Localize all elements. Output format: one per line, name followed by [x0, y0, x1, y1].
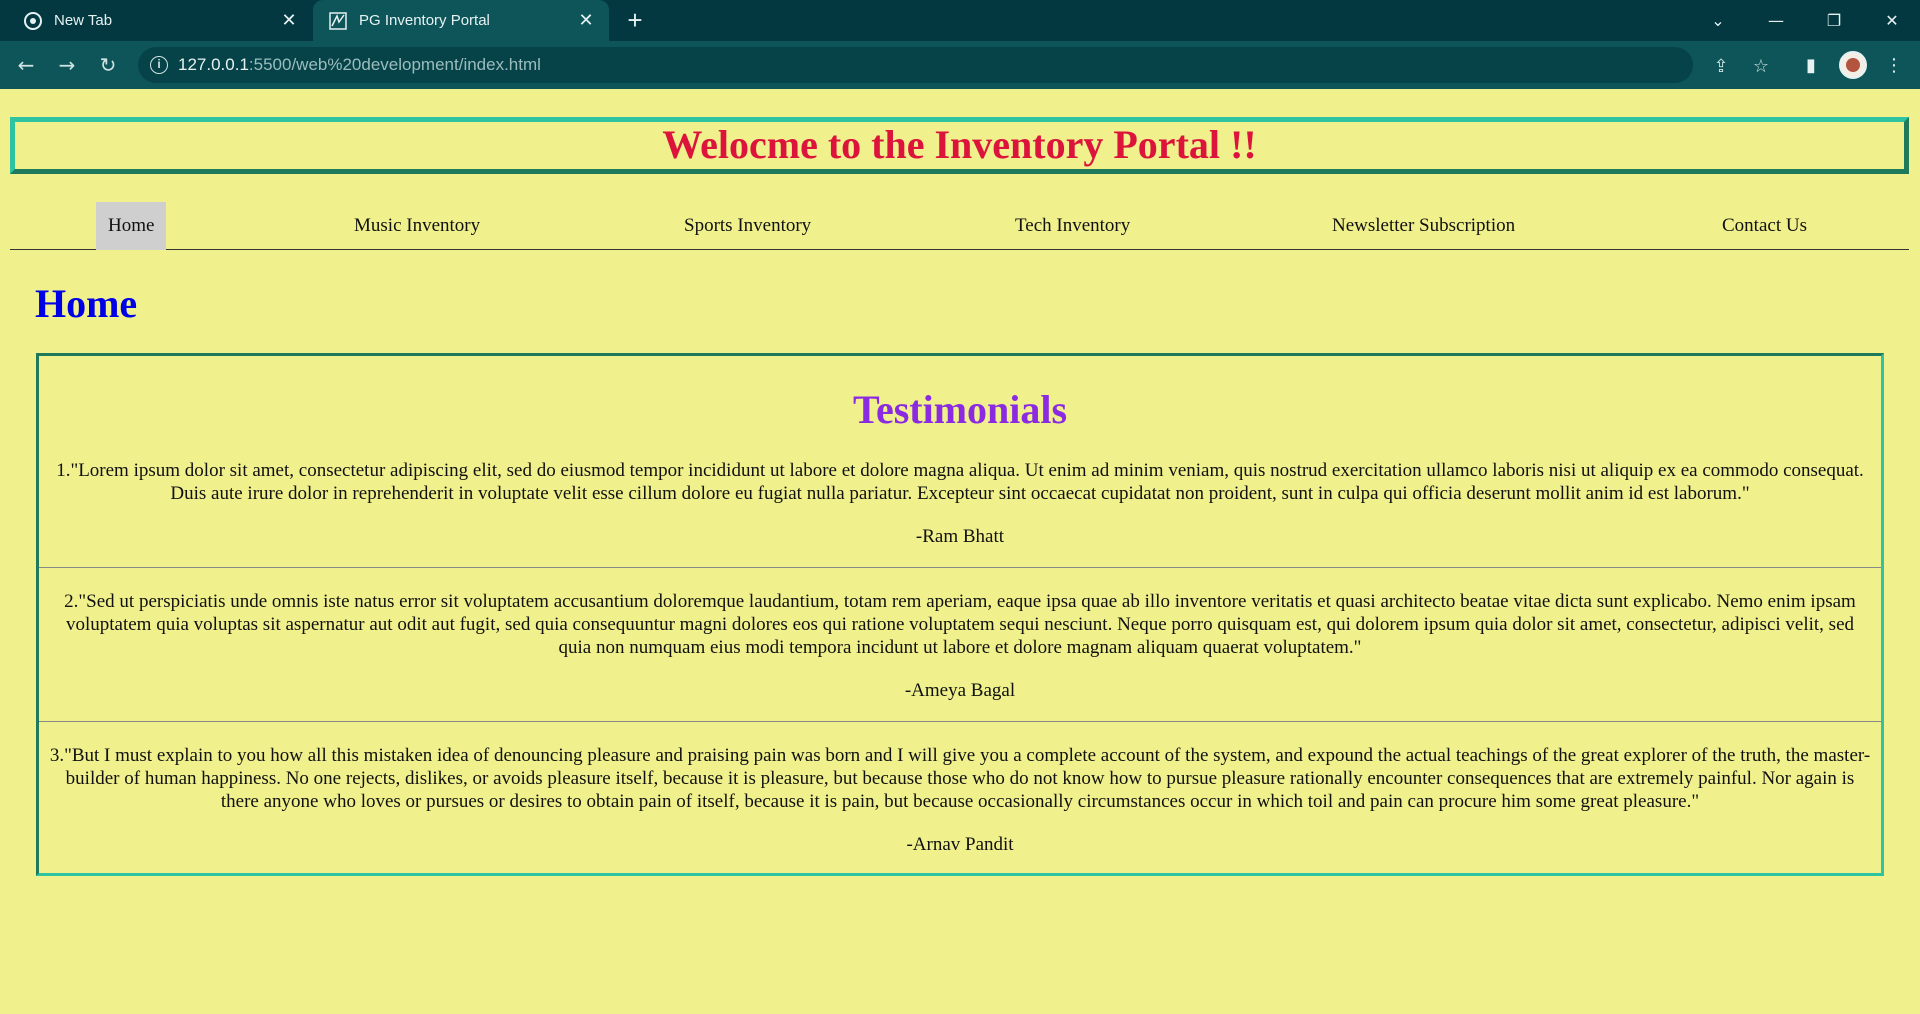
url-text[interactable]: 127.0.0.1:5500/web%20development/index.h…: [178, 55, 541, 75]
new-tab-plus-icon[interactable]: +: [622, 7, 648, 34]
testimonial-item: 3."But I must explain to you how all thi…: [39, 744, 1881, 856]
nav-item-sports-inventory[interactable]: Sports Inventory: [684, 202, 811, 250]
testimonial-text: 1."Lorem ipsum dolor sit amet, consectet…: [56, 460, 1864, 504]
testimonial-author: -Ameya Bagal: [904, 680, 1016, 701]
restore-icon[interactable]: ❐: [1806, 0, 1862, 41]
site-info-icon[interactable]: i: [150, 56, 168, 74]
main-nav: Home Music Inventory Sports Inventory Te…: [10, 202, 1909, 250]
close-tab-icon[interactable]: ✕: [575, 10, 597, 32]
close-window-icon[interactable]: ✕: [1864, 0, 1920, 41]
close-tab-icon[interactable]: ✕: [278, 10, 300, 32]
nav-item-contact-us[interactable]: Contact Us: [1722, 202, 1807, 250]
testimonials-title: Testimonials: [852, 387, 1068, 432]
reload-icon[interactable]: ↻: [94, 51, 122, 79]
nav-item-home[interactable]: Home: [96, 202, 167, 250]
tab-new-tab[interactable]: New Tab ✕: [8, 0, 312, 41]
site-banner: Welocme to the Inventory Portal !!: [10, 117, 1909, 174]
minimize-icon[interactable]: —: [1748, 0, 1804, 41]
page-title: Home: [35, 281, 138, 326]
browser-toolbar: ← → ↻ i 127.0.0.1:5500/web%20development…: [0, 41, 1920, 89]
bookmark-star-icon[interactable]: ☆: [1750, 55, 1772, 77]
testimonials-box: Testimonials 1."Lorem ipsum dolor sit am…: [36, 353, 1884, 876]
divider: [39, 721, 1881, 722]
chrome-icon: [24, 11, 42, 30]
url-path: :5500/web%20development/index.html: [248, 55, 541, 74]
back-arrow-icon[interactable]: ←: [12, 51, 40, 79]
tab-strip: New Tab ✕ PG Inventory Portal ✕ + ⌄ — ❐ …: [0, 0, 1920, 41]
nav-item-music-inventory[interactable]: Music Inventory: [354, 202, 480, 250]
divider: [39, 567, 1881, 568]
side-panel-icon[interactable]: ▮: [1797, 51, 1825, 79]
nav-item-tech-inventory[interactable]: Tech Inventory: [1015, 202, 1130, 250]
testimonial-author: -Arnav Pandit: [906, 834, 1014, 855]
banner-title: Welocme to the Inventory Portal !!: [662, 122, 1257, 167]
testimonial-text: 2."Sed ut perspiciatis unde omnis iste n…: [64, 591, 1856, 658]
url-host: 127.0.0.1: [178, 55, 249, 74]
avatar-face-icon: [1846, 58, 1860, 72]
testimonial-author: -Ram Bhatt: [915, 526, 1005, 547]
tab-pg-inventory-portal[interactable]: PG Inventory Portal ✕: [313, 0, 609, 41]
page-favicon: [329, 11, 347, 30]
forward-arrow-icon[interactable]: →: [53, 51, 81, 79]
share-icon[interactable]: ⇪: [1710, 55, 1732, 77]
profile-avatar[interactable]: [1839, 51, 1867, 79]
tab-title: PG Inventory Portal: [359, 12, 490, 29]
tab-title: New Tab: [54, 12, 113, 29]
testimonial-item: 2."Sed ut perspiciatis unde omnis iste n…: [39, 590, 1881, 702]
testimonial-text: 3."But I must explain to you how all thi…: [49, 745, 1871, 812]
menu-kebab-icon[interactable]: ⋮: [1880, 51, 1908, 79]
testimonial-item: 1."Lorem ipsum dolor sit amet, consectet…: [39, 459, 1881, 548]
nav-item-newsletter-subscription[interactable]: Newsletter Subscription: [1332, 202, 1515, 250]
tab-search-chevron-icon[interactable]: ⌄: [1690, 0, 1746, 41]
address-bar[interactable]: i 127.0.0.1:5500/web%20development/index…: [138, 47, 1769, 83]
